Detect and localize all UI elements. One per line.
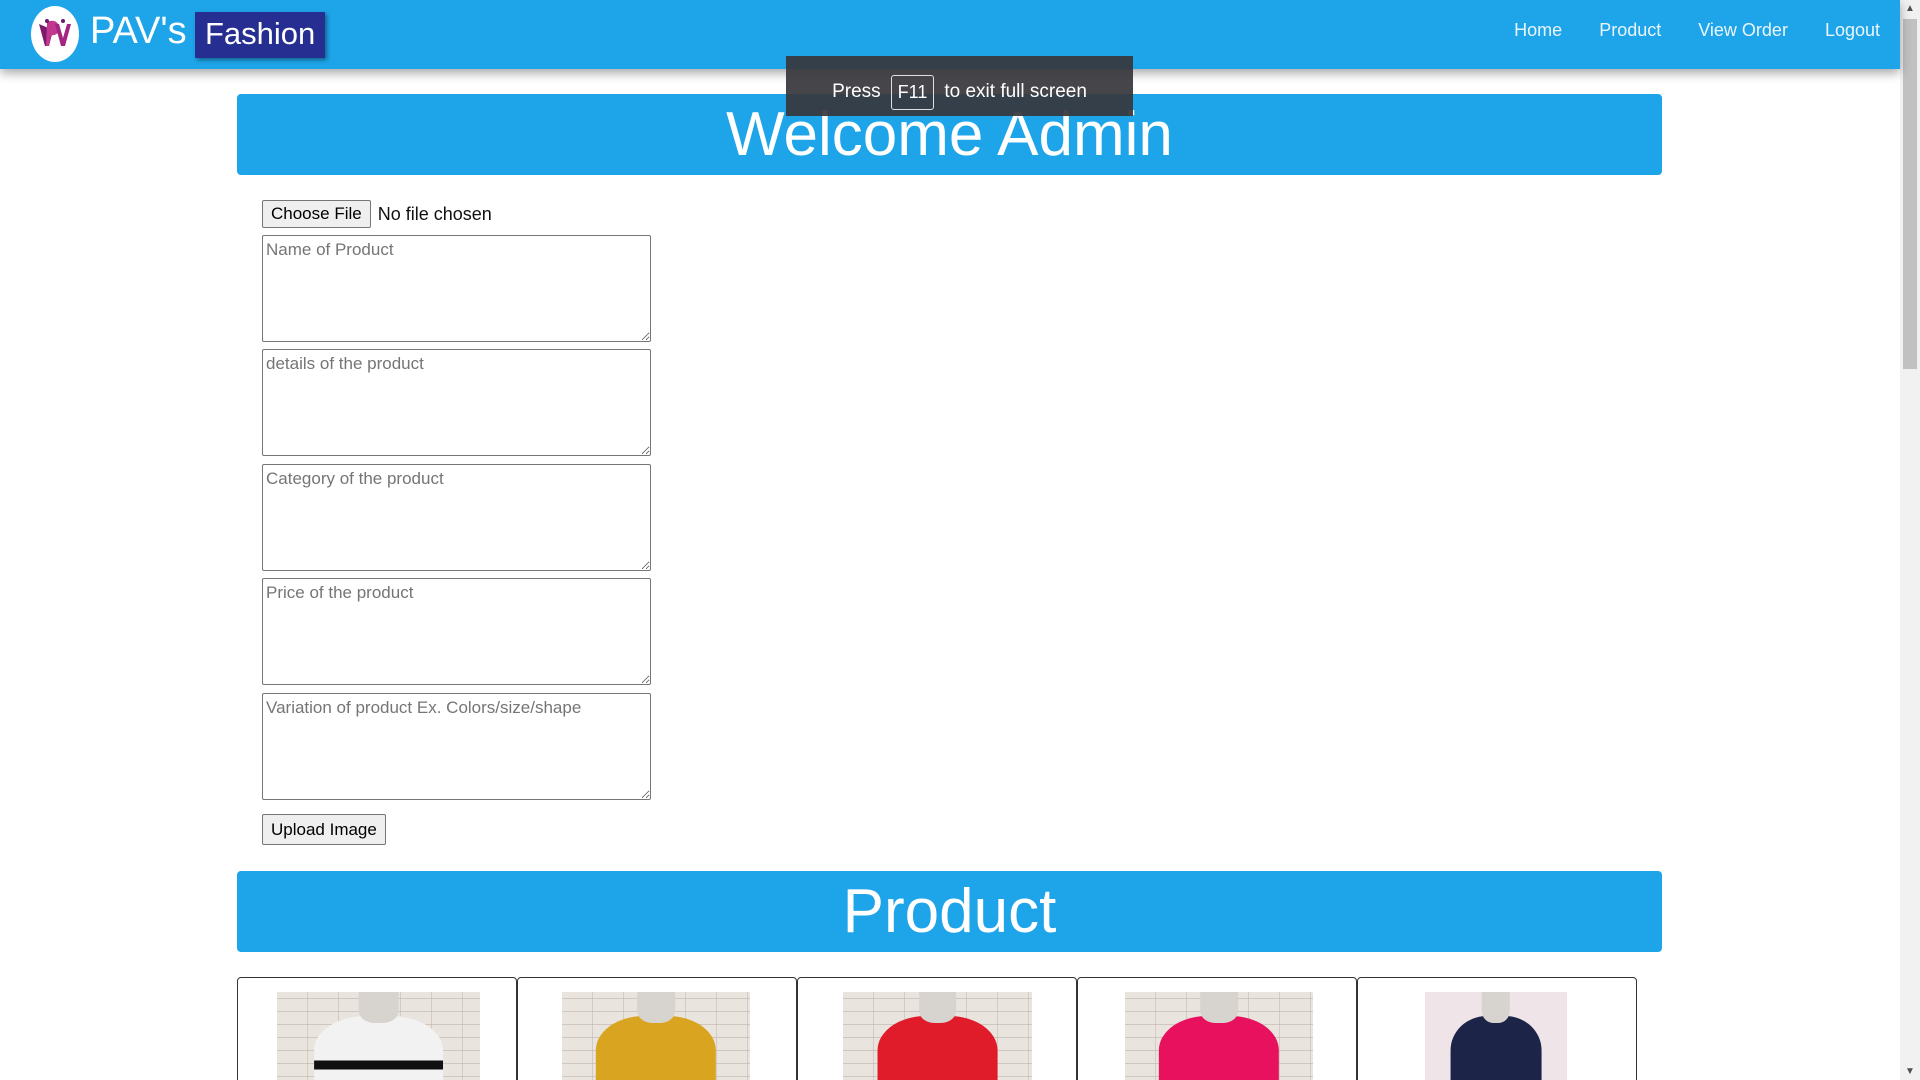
- nav-links: Home Product View Order Logout: [1477, 20, 1880, 41]
- choose-file-button[interactable]: Choose File: [262, 200, 371, 228]
- product-variation-field[interactable]: [262, 693, 651, 800]
- file-picker: Choose File No file chosen: [262, 200, 492, 228]
- product-dress-shape: [877, 1016, 998, 1080]
- product-card[interactable]: [1077, 977, 1357, 1080]
- product-dress-shape: [1450, 1016, 1542, 1080]
- toast-key: F11: [890, 74, 935, 110]
- product-card[interactable]: [237, 977, 517, 1080]
- product-category-field[interactable]: [262, 464, 651, 571]
- toast-prefix: Press: [832, 81, 881, 102]
- toast-suffix: to exit full screen: [944, 81, 1087, 102]
- product-name-field[interactable]: [262, 235, 651, 342]
- file-status: No file chosen: [377, 203, 492, 224]
- nav-logout-link[interactable]: Logout: [1825, 20, 1880, 41]
- brand-name: PAV's: [90, 10, 187, 52]
- page-scrollbar[interactable]: ▲ ▼: [1900, 0, 1920, 1080]
- product-dress-shape: [313, 1016, 444, 1080]
- product-card[interactable]: [797, 977, 1077, 1080]
- upload-image-button[interactable]: Upload Image: [262, 814, 386, 845]
- product-price-field[interactable]: [262, 578, 651, 685]
- brand-badge: Fashion: [195, 12, 326, 58]
- nav-view-order-link[interactable]: View Order: [1698, 20, 1788, 41]
- nav-product-link[interactable]: Product: [1599, 20, 1661, 41]
- product-image[interactable]: [1425, 992, 1567, 1080]
- product-dress-shape: [1158, 1016, 1280, 1080]
- brand-logo-icon[interactable]: [31, 6, 79, 62]
- scroll-thumb[interactable]: [1903, 19, 1917, 369]
- product-dress-shape: [595, 1016, 717, 1080]
- product-banner: Product: [237, 871, 1662, 952]
- product-card[interactable]: [1357, 977, 1637, 1080]
- scroll-up-icon[interactable]: ▲: [1900, 0, 1920, 17]
- scroll-down-icon[interactable]: ▼: [1900, 1063, 1920, 1080]
- fullscreen-toast: Press F11 to exit full screen: [786, 56, 1133, 116]
- product-image[interactable]: [843, 992, 1032, 1080]
- product-image[interactable]: [562, 992, 750, 1080]
- product-card[interactable]: [517, 977, 797, 1080]
- nav-home-link[interactable]: Home: [1514, 20, 1562, 41]
- product-card-list: [237, 977, 1637, 1080]
- product-details-field[interactable]: [262, 349, 651, 456]
- product-image[interactable]: [1125, 992, 1313, 1080]
- product-image[interactable]: [277, 992, 480, 1080]
